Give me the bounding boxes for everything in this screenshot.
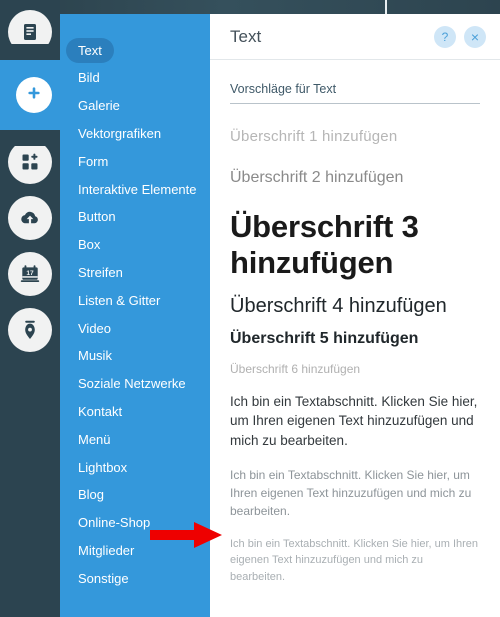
tab-text-suggestions[interactable]: Vorschläge für Text <box>230 82 336 103</box>
top-bar-center-marker <box>385 0 387 14</box>
rail-item-upload[interactable] <box>8 196 52 240</box>
rail-item-design[interactable] <box>8 308 52 352</box>
menu-item-label: Text <box>66 37 114 63</box>
text-sample-heading-1[interactable]: Überschrift 1 hinzufügen <box>230 128 480 145</box>
menu-item-interaktive-elemente[interactable]: Interaktive Elemente <box>60 176 210 202</box>
add-element-icon <box>23 82 45 109</box>
menu-item-online-shop[interactable]: Online-Shop <box>60 510 210 536</box>
left-icon-rail: 17 <box>0 0 60 617</box>
menu-item-label: Blog <box>78 487 105 503</box>
menu-item-men[interactable]: Menü <box>60 426 210 452</box>
menu-item-label: Online-Shop <box>78 515 151 531</box>
close-button[interactable]: × <box>464 25 486 48</box>
menu-item-kontakt[interactable]: Kontakt <box>60 398 210 424</box>
menu-item-vektorgrafiken[interactable]: Vektorgrafiken <box>60 120 210 146</box>
menu-item-label: Musik <box>78 348 112 364</box>
menu-item-label: Soziale Netzwerke <box>78 376 186 392</box>
menu-item-label: Listen & Gitter <box>78 292 161 308</box>
menu-item-text[interactable]: Text <box>60 37 210 63</box>
menu-item-label: Vektorgrafiken <box>78 125 162 141</box>
menu-item-label: Galerie <box>78 98 120 114</box>
menu-item-lightbox[interactable]: Lightbox <box>60 454 210 480</box>
pages-icon <box>20 22 40 42</box>
menu-item-sonstige[interactable]: Sonstige <box>60 565 210 591</box>
rail-item-apps[interactable] <box>8 140 52 184</box>
menu-item-musik[interactable]: Musik <box>60 343 210 369</box>
menu-item-form[interactable]: Form <box>60 148 210 174</box>
svg-text:17: 17 <box>26 270 34 277</box>
panel-header: Text ? × <box>210 14 500 60</box>
menu-item-label: Interaktive Elemente <box>78 181 197 197</box>
editor-top-bar <box>0 0 500 14</box>
panel-title: Text <box>230 26 262 46</box>
menu-item-label: Kontakt <box>78 403 123 419</box>
menu-item-label: Sonstige <box>78 570 129 586</box>
text-sample-paragraph-3[interactable]: Ich bin ein Textabschnitt. Klicken Sie h… <box>230 536 480 586</box>
menu-item-label: Box <box>78 237 101 253</box>
menu-item-button[interactable]: Button <box>60 204 210 230</box>
text-suggestions-panel: Text ? × Vorschläge für Text Überschrift… <box>210 14 500 617</box>
menu-item-blog[interactable]: Blog <box>60 482 210 508</box>
menu-item-label: Mitglieder <box>78 542 135 558</box>
menu-item-streifen[interactable]: Streifen <box>60 259 210 285</box>
menu-item-label: Lightbox <box>78 459 128 475</box>
menu-item-label: Button <box>78 209 116 225</box>
calendar-icon: 17 <box>19 264 41 284</box>
help-button[interactable]: ? <box>434 25 456 48</box>
menu-item-box[interactable]: Box <box>60 232 210 258</box>
menu-item-galerie[interactable]: Galerie <box>60 93 210 119</box>
menu-item-mitglieder[interactable]: Mitglieder <box>60 537 210 563</box>
menu-item-label: Video <box>78 320 112 336</box>
menu-item-soziale-netzwerke[interactable]: Soziale Netzwerke <box>60 371 210 397</box>
menu-item-label: Form <box>78 153 109 169</box>
text-sample-heading-3[interactable]: Überschrift 3 hinzufügen <box>230 209 480 281</box>
element-category-menu: Text Bild Galerie Vektorgrafiken Form Interak… <box>60 14 210 617</box>
menu-item-label: Streifen <box>78 264 123 280</box>
apps-add-icon <box>20 152 40 172</box>
menu-item-video[interactable]: Video <box>60 315 210 341</box>
text-sample-heading-4[interactable]: Überschrift 4 hinzufügen <box>230 295 480 318</box>
text-sample-heading-2[interactable]: Überschrift 2 hinzufügen <box>230 169 480 187</box>
text-style-list: Überschrift 1 hinzufügen Überschrift 2 h… <box>210 128 500 585</box>
text-sample-heading-6[interactable]: Überschrift 6 hinzufügen <box>230 362 480 376</box>
rail-item-calendar[interactable]: 17 <box>8 252 52 296</box>
menu-item-label: Bild <box>78 70 100 86</box>
text-sample-paragraph-2[interactable]: Ich bin ein Textabschnitt. Klicken Sie h… <box>230 466 480 520</box>
rail-item-add-element[interactable] <box>16 77 52 113</box>
panel-tabs: Vorschläge für Text <box>230 80 480 104</box>
menu-item-label: Menü <box>78 431 111 447</box>
cloud-upload-icon <box>19 208 41 228</box>
pen-nib-icon <box>20 319 40 341</box>
menu-item-listen-gitter[interactable]: Listen & Gitter <box>60 287 210 313</box>
menu-item-bild[interactable]: Bild <box>60 65 210 91</box>
text-sample-paragraph-1[interactable]: Ich bin ein Textabschnitt. Klicken Sie h… <box>230 392 480 451</box>
text-sample-heading-5[interactable]: Überschrift 5 hinzufügen <box>230 330 480 348</box>
